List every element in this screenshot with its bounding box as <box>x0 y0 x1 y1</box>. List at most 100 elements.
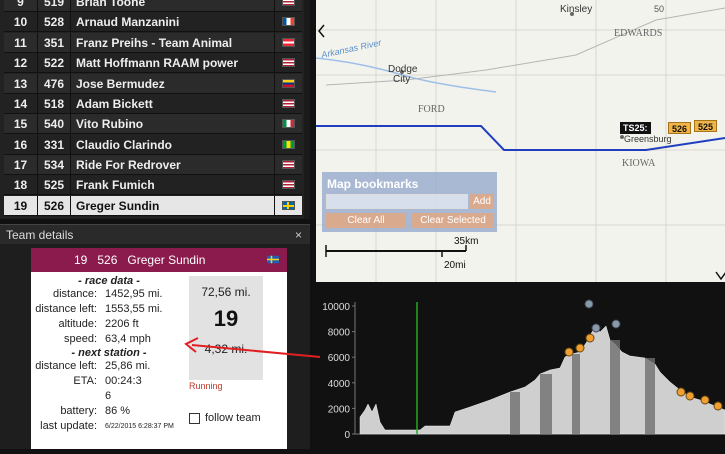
row-position: 13 <box>4 74 38 93</box>
row-name: Claudio Clarindo <box>71 135 275 154</box>
row-number: 518 <box>38 94 71 113</box>
eta-label: ETA: <box>73 375 97 387</box>
row-number: 534 <box>38 155 71 174</box>
bookmark-name-input[interactable] <box>326 194 468 209</box>
row-flag-cell <box>275 175 302 194</box>
row-flag-cell <box>275 196 302 215</box>
row-flag-cell <box>275 155 302 174</box>
team-name: Greger Sundin <box>127 253 206 267</box>
leaderboard-row[interactable]: 15 540 Vito Rubino <box>4 114 302 134</box>
row-number: 331 <box>38 135 71 154</box>
row-number: 540 <box>38 114 71 133</box>
row-flag-cell <box>275 53 302 72</box>
scale-km: 35km <box>454 236 478 247</box>
status-text: Running <box>189 381 223 391</box>
sweden-flag-icon <box>282 201 295 210</box>
next-station-label: - next station - <box>71 347 147 359</box>
row-name: Frank Fumich <box>71 175 275 194</box>
leaderboard-row[interactable]: 18 525 Frank Fumich <box>4 175 302 195</box>
leaderboard-row[interactable]: 14 518 Adam Bickett <box>4 94 302 114</box>
row-number: 528 <box>38 12 71 31</box>
stat-position: 19 <box>213 306 239 331</box>
row-position: 15 <box>4 114 38 133</box>
row-name: Jose Bermudez <box>71 74 275 93</box>
leaderboard-row[interactable]: 10 528 Arnaud Manzanini <box>4 12 302 32</box>
map[interactable]: Kinsley 50 EDWARDS Dodge City FORD KIOWA… <box>316 0 725 282</box>
row-name: Franz Preihs - Team Animal <box>71 33 275 52</box>
place-river: Arkansas River <box>319 37 383 60</box>
racer-tag-526[interactable]: 526 <box>668 122 692 134</box>
clear-all-button[interactable]: Clear All <box>326 213 406 228</box>
row-flag-cell <box>275 135 302 154</box>
place-hwy: 50 <box>654 4 664 14</box>
row-position: 14 <box>4 94 38 113</box>
row-number: 351 <box>38 33 71 52</box>
usa-flag-icon <box>282 160 295 169</box>
row-number: 519 <box>38 0 71 11</box>
race-data-label: - race data - <box>78 275 140 287</box>
distance-left-label: distance left: <box>35 303 97 315</box>
chevron-left-icon <box>318 24 325 38</box>
usa-flag-icon <box>282 99 295 108</box>
row-name: Brian Toone <box>71 0 275 11</box>
colombia-flag-icon <box>282 79 295 88</box>
stat-distance: 72,56 mi. <box>201 285 251 299</box>
map-bookmarks-title: Map bookmarks <box>327 177 419 191</box>
leaderboard-row[interactable]: 11 351 Franz Preihs - Team Animal <box>4 33 302 53</box>
ns-distance-left-label: distance left: <box>35 360 97 372</box>
row-number: 526 <box>38 196 71 215</box>
leaderboard-row[interactable]: 19 526 Greger Sundin <box>4 196 302 216</box>
speed-label: speed: <box>63 333 97 345</box>
row-name: Arnaud Manzanini <box>71 12 275 31</box>
row-position: 9 <box>4 0 38 11</box>
map-bookmarks-panel: Map bookmarks Add Clear All Clear Select… <box>322 172 497 232</box>
sweden-flag-icon <box>267 255 279 264</box>
elevation-svg: 0 2000 4000 6000 8000 10000 <box>322 299 725 441</box>
row-flag-cell <box>275 12 302 31</box>
clear-selected-button[interactable]: Clear Selected <box>412 213 494 228</box>
eta-value-wrap: 6 <box>105 390 112 402</box>
brazil-flag-icon <box>282 140 295 149</box>
elevation-chart[interactable]: 0 2000 4000 6000 8000 10000 <box>310 282 725 449</box>
leaderboard-row[interactable]: 9 519 Brian Toone <box>4 0 302 12</box>
row-flag-cell <box>275 33 302 52</box>
leaderboard-row[interactable]: 16 331 Claudio Clarindo <box>4 135 302 155</box>
usa-flag-icon <box>282 0 295 6</box>
row-flag-cell <box>275 74 302 93</box>
scale-mi: 20mi <box>444 260 466 271</box>
row-flag-cell <box>275 94 302 113</box>
leaderboard-row[interactable]: 13 476 Jose Bermudez <box>4 74 302 94</box>
team-number: 526 <box>97 253 118 267</box>
place-edwards: EDWARDS <box>614 28 662 39</box>
racer-tag-525[interactable]: 525 <box>694 120 718 132</box>
row-name: Adam Bickett <box>71 94 275 113</box>
usa-flag-icon <box>282 58 295 67</box>
row-flag-cell <box>275 114 302 133</box>
leaderboard-row[interactable]: 17 534 Ride For Redrover <box>4 155 302 175</box>
checkbox-icon[interactable] <box>189 412 200 424</box>
follow-team-label: follow team <box>205 412 261 424</box>
follow-team-checkbox[interactable]: follow team <box>189 412 261 424</box>
y-tick-label: 2000 <box>328 404 351 415</box>
checkpoint-markers <box>584 299 621 333</box>
row-position: 19 <box>4 196 38 215</box>
y-tick-label: 4000 <box>328 379 351 390</box>
add-bookmark-button[interactable]: Add <box>470 194 494 209</box>
close-icon[interactable]: × <box>295 225 302 245</box>
chevron-down-icon <box>715 271 725 281</box>
distance-label: distance: <box>52 288 97 300</box>
y-tick-label: 6000 <box>328 353 351 364</box>
y-tick-label: 0 <box>344 430 350 441</box>
altitude-label: altitude: <box>58 318 97 330</box>
map-canvas[interactable]: Kinsley 50 EDWARDS Dodge City FORD KIOWA… <box>316 0 725 282</box>
row-position: 17 <box>4 155 38 174</box>
team-details-header: Team details × <box>0 224 310 244</box>
row-name: Ride For Redrover <box>71 155 275 174</box>
row-flag-cell <box>275 0 302 11</box>
leaderboard-row[interactable]: 12 522 Matt Hoffmann RAAM power <box>4 53 302 73</box>
place-kiowa: KIOWA <box>622 158 656 169</box>
ts-tag[interactable]: TS25: <box>620 122 651 134</box>
row-name: Matt Hoffmann RAAM power <box>71 53 275 72</box>
scale-bar: 35km 20mi <box>325 236 478 271</box>
row-position: 11 <box>4 33 38 52</box>
